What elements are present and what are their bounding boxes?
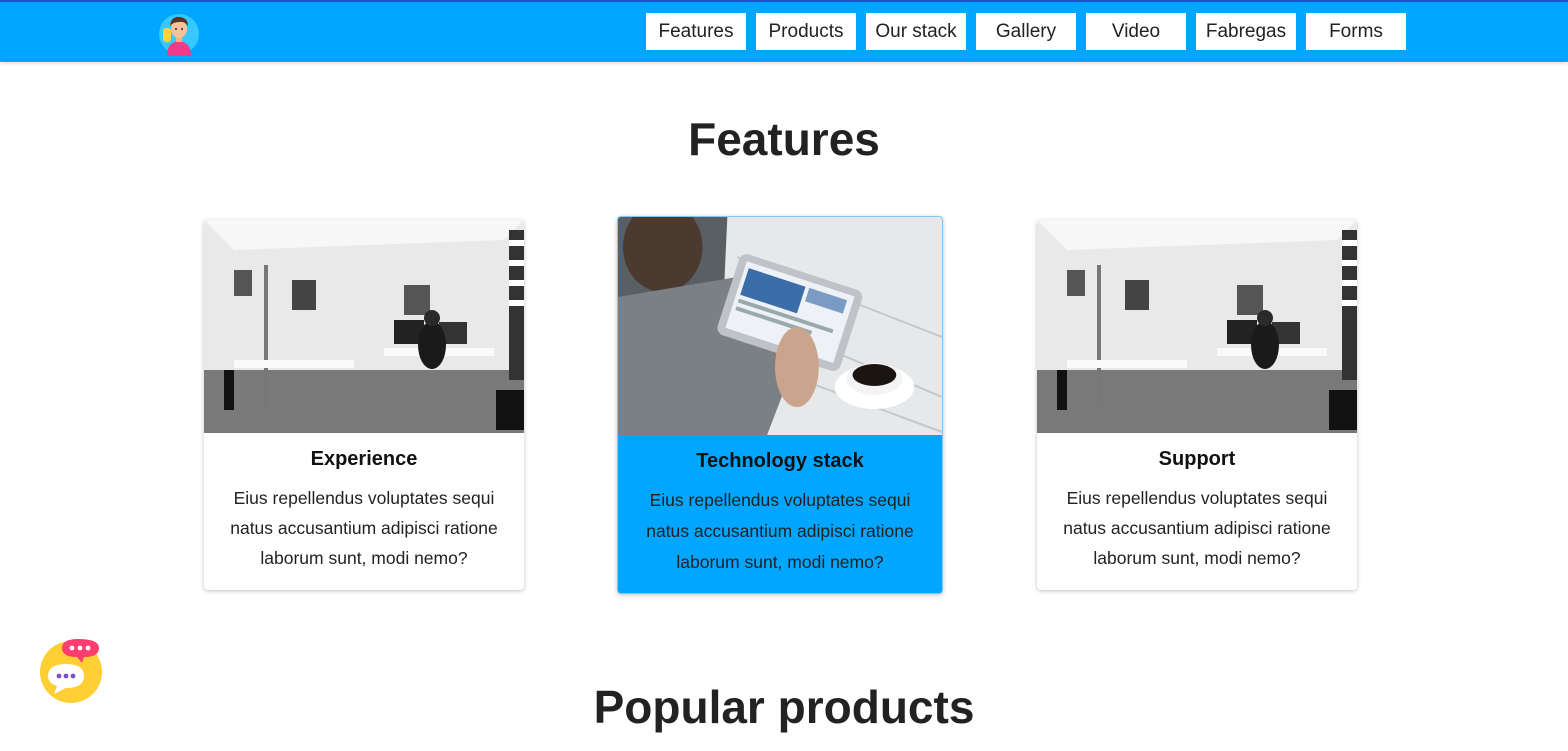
office-photo (1037, 220, 1357, 433)
nav-item-features[interactable]: Features (646, 13, 746, 50)
main-nav: Features Products Our stack Gallery Vide… (646, 13, 1406, 50)
feature-card-support[interactable]: Support Eius repellendus voluptates sequ… (1037, 220, 1357, 590)
nav-item-forms[interactable]: Forms (1306, 13, 1406, 50)
card-title: Experience (310, 448, 418, 470)
avatar-logo-icon[interactable] (157, 10, 201, 56)
nav-item-products[interactable]: Products (756, 13, 856, 50)
card-text: Eius repellendus voluptates sequi natus … (646, 490, 914, 572)
nav-item-fabregas[interactable]: Fabregas (1196, 13, 1296, 50)
card-text: Eius repellendus voluptates sequi natus … (230, 488, 498, 568)
office-photo (204, 220, 524, 433)
nav-item-our-stack[interactable]: Our stack (866, 13, 966, 50)
nav-item-gallery[interactable]: Gallery (976, 13, 1076, 50)
top-navbar: Features Products Our stack Gallery Vide… (0, 0, 1568, 62)
card-text: Eius repellendus voluptates sequi natus … (1063, 488, 1331, 568)
feature-card-experience[interactable]: Experience Eius repellendus voluptates s… (204, 220, 524, 590)
tablet-coffee-photo (618, 217, 942, 435)
nav-item-video[interactable]: Video (1086, 13, 1186, 50)
chat-bubbles-icon[interactable] (38, 636, 106, 706)
feature-card-technology-stack[interactable]: Technology stack Eius repellendus volupt… (617, 216, 943, 594)
card-title: Support (1158, 448, 1236, 470)
popular-products-heading: Popular products (593, 681, 975, 733)
features-heading: Features (688, 113, 880, 165)
card-title: Technology stack (696, 450, 864, 472)
